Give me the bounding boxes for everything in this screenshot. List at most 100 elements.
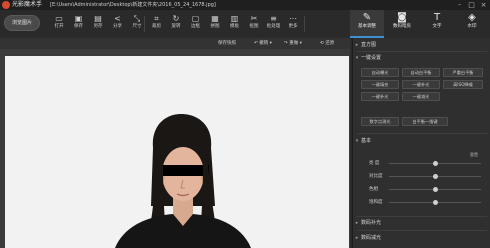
panel-tab-label: 数码暗房 [393, 24, 411, 29]
tool-label: 边框 [191, 24, 200, 29]
resize-icon: ⤡ [133, 14, 141, 23]
tool-label: 批处理 [266, 24, 281, 29]
camera-icon: ◙ [397, 12, 407, 23]
expand-icon: ▸ [355, 220, 359, 226]
reset-button[interactable]: 重置 [470, 151, 478, 159]
restore-button[interactable]: ⟲ 还原 [320, 38, 334, 49]
panel-tab-1[interactable]: ◙ 数码暗房 [385, 10, 419, 38]
panel-tab-3[interactable]: ◈ 水印 [455, 10, 489, 38]
redo-label: 重做 [289, 41, 299, 46]
tool-button-11[interactable]: ≡ 批处理 [265, 13, 283, 35]
tool-button-0[interactable]: ▭ 打开 [50, 13, 68, 35]
browse-images-button[interactable]: 浏览图片 [4, 15, 40, 31]
watermark-icon: ◈ [468, 12, 476, 23]
panel-tab-label: 水印 [467, 24, 477, 29]
tool-button-10[interactable]: ✂ 抠图 [245, 13, 263, 35]
undo-button[interactable]: ↶ 撤销 ▾ [254, 38, 272, 49]
close-button[interactable]: × [479, 1, 488, 9]
tool-label: 抠图 [249, 24, 259, 29]
panel-tab-2[interactable]: T 文字 [420, 10, 454, 38]
rotate-icon: ↻ [172, 14, 180, 23]
slider-label: 亮 度 [369, 161, 380, 166]
slider-label: 饱和度 [369, 200, 383, 205]
save-icon: ▣ [74, 14, 83, 23]
portrait-photo [5, 56, 349, 248]
redo-button[interactable]: ↷ 重做 ▾ [284, 38, 302, 49]
one-click-fill-button[interactable]: 一键填充 [361, 80, 399, 89]
adjust-panel: ▸ 直方图 ▾ 一键设置 自动曝光 自动白平衡 严重白平衡 一键填充 一键补光 高I… [352, 38, 490, 248]
app-title: 光影魔术手 [12, 1, 43, 8]
toolbar-separator [304, 16, 305, 32]
spot-metering-button[interactable]: 数字点测光 [361, 117, 399, 126]
tool-button-5[interactable]: ⌗ 裁剪 [148, 13, 166, 35]
slider-handle[interactable] [432, 187, 438, 192]
digital-reduce-section[interactable]: ▸ 数码减光 [353, 234, 490, 243]
button-row: 一键补光 一键减光 [353, 92, 490, 102]
slider-handle[interactable] [432, 174, 438, 179]
one-click-title: 一键设置 [361, 55, 382, 61]
tool-button-12[interactable]: ⋯ 更多 [284, 13, 302, 35]
image-canvas[interactable] [0, 49, 350, 248]
tool-button-1[interactable]: ▣ 保存 [70, 13, 88, 35]
toolbar-separator [144, 16, 145, 32]
digital-fill-section[interactable]: ▸ 数码补光 [353, 219, 490, 228]
save-snapshot-button[interactable]: 保存快照 [218, 38, 236, 49]
tool-button-8[interactable]: ▦ 拼图 [206, 13, 224, 35]
histogram-section[interactable]: ▸ 直方图 [353, 41, 490, 50]
tool-button-9[interactable]: ▥ 模板 [226, 13, 244, 35]
tool-button-7[interactable]: ▢ 边框 [187, 13, 205, 35]
share-icon: < [114, 14, 121, 23]
slider-label: 色相 [369, 187, 378, 192]
divider [357, 133, 487, 134]
histogram-title: 直方图 [361, 42, 377, 48]
white-balance-picker-button[interactable]: 白平衡一指键 [402, 117, 448, 126]
basic-title: 基本 [361, 138, 372, 144]
one-click-darken-button[interactable]: 一键减光 [402, 92, 440, 101]
auto-white-balance-button[interactable]: 自动白平衡 [402, 68, 440, 77]
tool-label: 旋转 [171, 24, 181, 29]
slider-handle[interactable] [432, 161, 438, 166]
basic-section[interactable]: ▾ 基本 [353, 137, 490, 146]
maximize-button[interactable]: □ [467, 1, 476, 9]
app-window: 光影魔术手 [E:\Users\Administrator\Desktop\新建… [0, 0, 490, 248]
one-click-brighten-button[interactable]: 一键补光 [361, 92, 399, 101]
frame-icon: ▢ [191, 14, 200, 23]
app-logo-icon [2, 1, 10, 9]
restore-label: 还原 [325, 41, 335, 46]
template-icon: ▥ [230, 14, 239, 23]
slider-label: 对比度 [369, 174, 383, 179]
save-as-icon: ▤ [94, 14, 102, 23]
cutout-icon: ✂ [250, 14, 258, 23]
tool-button-3[interactable]: < 分享 [109, 13, 127, 35]
collage-icon: ▦ [211, 14, 219, 23]
adjust-icon: ✎ [362, 12, 372, 23]
panel-tab-0[interactable]: ✎ 基本调整 [350, 10, 384, 38]
slider-row: 对比度 [353, 172, 490, 181]
collapse-icon: ▾ [355, 55, 359, 61]
button-row: 数字点测光 白平衡一指键 [353, 117, 490, 127]
high-iso-denoise-button[interactable]: 高ISO降噪 [443, 80, 483, 89]
folder-icon: ▭ [55, 14, 63, 23]
tool-label: 保存 [74, 24, 83, 29]
severe-white-balance-button[interactable]: 严重白平衡 [443, 68, 483, 77]
tool-label: 模板 [230, 24, 239, 29]
tool-button-2[interactable]: ▤ 另存 [89, 13, 107, 35]
tool-label: 分享 [113, 24, 122, 29]
title-bar: 光影魔术手 [E:\Users\Administrator\Desktop\新建… [0, 0, 490, 10]
divider [357, 230, 487, 231]
main-toolbar: 浏览图片 ▭ 打开 ▣ 保存 ▤ 另存 < 分享 ⤡ 尺寸 ⌗ 裁剪 ↻ 旋转 ▢ 边框 ▦ 拼图 ▥ 模板 ✂ 抠图 ≡ 批… [0, 10, 490, 39]
panel-tab-label: 文字 [432, 24, 442, 29]
file-path: [E:\Users\Administrator\Desktop\新建文件夹\20… [50, 2, 216, 8]
slider-handle[interactable] [432, 200, 438, 205]
auto-exposure-button[interactable]: 自动曝光 [361, 68, 399, 77]
minimize-button[interactable]: - [455, 1, 464, 9]
text-icon: T [433, 12, 441, 23]
expand-icon: ▸ [355, 42, 359, 48]
one-click-section[interactable]: ▾ 一键设置 [353, 54, 490, 63]
tool-button-6[interactable]: ↻ 旋转 [167, 13, 185, 35]
tool-label: 尺寸 [132, 24, 142, 29]
one-click-fill-light-button[interactable]: 一键补光 [402, 80, 440, 89]
tool-label: 裁剪 [152, 24, 161, 29]
divider [357, 51, 487, 52]
window-controls: - □ × [455, 1, 488, 9]
